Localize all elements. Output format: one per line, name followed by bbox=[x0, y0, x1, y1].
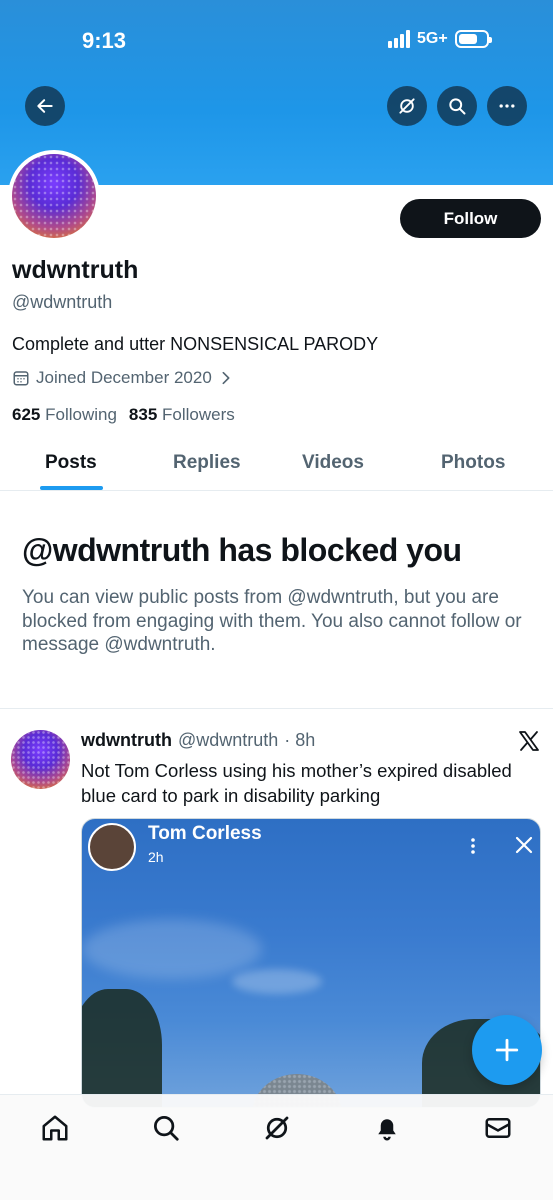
follow-button[interactable]: Follow bbox=[400, 199, 541, 238]
joined-date[interactable]: Joined December 2020 bbox=[12, 368, 234, 388]
signal-icon bbox=[388, 30, 410, 48]
post-text: Not Tom Corless using his mother’s expir… bbox=[81, 760, 512, 806]
post-media[interactable]: Tom Corless 2h bbox=[81, 818, 541, 1108]
divider bbox=[0, 708, 553, 709]
following-link[interactable]: 625 Following bbox=[12, 405, 117, 425]
user-handle: @wdwntruth bbox=[12, 292, 113, 312]
display-name: wdwntruth bbox=[12, 256, 139, 284]
active-tab-indicator bbox=[40, 486, 103, 490]
home-icon[interactable] bbox=[40, 1113, 70, 1143]
network-type: 5G+ bbox=[417, 30, 448, 47]
blocked-title: @wdwntruth has blocked you bbox=[22, 532, 462, 568]
follow-stats: 625 Following 835 Followers bbox=[12, 405, 235, 425]
post-author-handle[interactable]: @wdwntruth bbox=[178, 730, 278, 751]
battery-icon bbox=[454, 30, 492, 48]
search-icon bbox=[449, 98, 466, 115]
grok-button[interactable] bbox=[387, 86, 427, 126]
joined-label: Joined December 2020 bbox=[36, 368, 212, 387]
back-button[interactable] bbox=[25, 86, 65, 126]
blocked-message: You can view public posts from @wdwntrut… bbox=[22, 587, 522, 655]
media-author-avatar bbox=[88, 823, 136, 871]
compose-button[interactable] bbox=[472, 1015, 542, 1085]
back-arrow-icon bbox=[37, 99, 53, 113]
more-button[interactable] bbox=[487, 86, 527, 126]
following-label: Following bbox=[45, 405, 117, 424]
profile-bio: Complete and utter NONSENSICAL PARODY bbox=[12, 334, 379, 354]
followers-link[interactable]: 835 Followers bbox=[129, 405, 235, 425]
messages-icon[interactable] bbox=[483, 1113, 513, 1143]
tab-photos[interactable]: Photos bbox=[441, 452, 505, 474]
tab-replies[interactable]: Replies bbox=[173, 452, 241, 474]
post-timestamp: · 8h bbox=[284, 730, 316, 750]
followers-count: 835 bbox=[128, 405, 158, 424]
profile-avatar[interactable] bbox=[8, 150, 100, 242]
following-count: 625 bbox=[12, 405, 41, 424]
post-author-name[interactable]: wdwntruth bbox=[81, 730, 172, 751]
search-icon[interactable] bbox=[151, 1113, 181, 1143]
close-icon bbox=[515, 836, 533, 854]
profile-tabs: Posts Replies Videos Photos bbox=[0, 440, 553, 491]
media-author-name: Tom Corless bbox=[148, 823, 262, 844]
grok-icon[interactable] bbox=[262, 1113, 292, 1143]
x-logo-icon bbox=[519, 731, 539, 751]
tab-posts[interactable]: Posts bbox=[45, 452, 97, 474]
status-time: 9:13 bbox=[82, 28, 127, 53]
tab-videos[interactable]: Videos bbox=[302, 452, 364, 474]
bottom-nav bbox=[0, 1094, 553, 1200]
post-header: wdwntruth @wdwntruth · 8h bbox=[81, 730, 315, 751]
followers-label: Followers bbox=[162, 405, 235, 424]
plus-icon bbox=[495, 1038, 519, 1062]
notifications-icon[interactable] bbox=[372, 1113, 402, 1143]
grok-icon bbox=[399, 98, 415, 114]
calendar-icon bbox=[13, 371, 29, 386]
chevron-right-icon bbox=[222, 371, 230, 385]
search-button[interactable] bbox=[437, 86, 477, 126]
media-timestamp: 2h bbox=[148, 849, 164, 865]
post-avatar[interactable] bbox=[11, 730, 70, 789]
status-indicators: 5G+ bbox=[388, 30, 492, 48]
media-more-icon bbox=[471, 838, 475, 854]
more-icon bbox=[499, 104, 515, 108]
